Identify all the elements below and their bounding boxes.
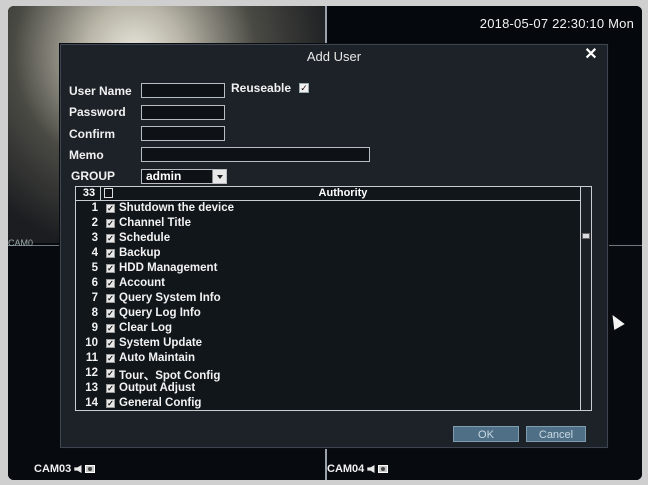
dialog-title: Add User: [306, 49, 362, 64]
password-label: Password: [69, 105, 126, 119]
cam03-label-text: CAM03: [34, 463, 72, 475]
user-name-input[interactable]: [141, 83, 225, 98]
authority-row-label: Clear Log: [119, 322, 173, 334]
authority-row[interactable]: 8 ✓ Query Log Info: [76, 306, 581, 321]
authority-row-label: Channel Title: [119, 217, 191, 229]
select-all-checkbox[interactable]: [104, 188, 113, 198]
authority-row[interactable]: 7 ✓ Query System Info: [76, 291, 581, 306]
authority-row-index: 13: [85, 382, 98, 394]
audio-icon: [74, 465, 82, 473]
authority-row-index: 5: [91, 262, 98, 274]
authority-row-index: 10: [85, 337, 98, 349]
group-label: GROUP: [71, 169, 116, 183]
authority-scrollbar[interactable]: [580, 187, 591, 410]
ok-button[interactable]: OK: [453, 426, 519, 442]
authority-row-checkbox[interactable]: ✓: [106, 354, 115, 363]
authority-row-checkbox[interactable]: ✓: [106, 399, 115, 408]
authority-row-checkbox[interactable]: ✓: [106, 234, 115, 243]
authority-row-index: 12: [85, 367, 98, 379]
authority-row-label: Auto Maintain: [119, 352, 196, 364]
record-icon: [85, 465, 96, 473]
authority-row-label: Shutdown the device: [119, 202, 235, 214]
cam-side-label: CAM0: [8, 238, 34, 248]
authority-row[interactable]: 2 ✓ Channel Title: [76, 216, 581, 231]
authority-row-checkbox[interactable]: ✓: [106, 339, 115, 348]
audio-icon: [367, 465, 375, 473]
authority-row-index: 2: [91, 217, 98, 229]
authority-row-index: 8: [91, 307, 98, 319]
authority-row-label: System Update: [119, 337, 203, 349]
authority-rows: 1 ✓ Shutdown the device 2 ✓ Channel Title 3 ✓ Sc…: [76, 201, 581, 410]
authority-row[interactable]: 5 ✓ HDD Management: [76, 261, 581, 276]
authority-row-index: 1: [91, 202, 98, 214]
authority-row[interactable]: 12 ✓ Tour、Spot Config: [76, 366, 581, 382]
authority-row-checkbox[interactable]: ✓: [106, 369, 115, 378]
authority-row-index: 3: [91, 232, 98, 244]
authority-row[interactable]: 11 ✓ Auto Maintain: [76, 351, 581, 366]
authority-row-index: 11: [85, 352, 98, 364]
scrollbar-thumb[interactable]: [582, 233, 590, 239]
authority-row[interactable]: 4 ✓ Backup: [76, 246, 581, 261]
authority-row-label: HDD Management: [119, 262, 218, 274]
authority-row-label: Account: [119, 277, 165, 289]
header-divider: [100, 187, 101, 200]
cam04-label: CAM04: [327, 463, 389, 475]
authority-row[interactable]: 10 ✓ System Update: [76, 336, 581, 351]
authority-count: 33: [82, 187, 96, 199]
user-name-label: User Name: [69, 84, 132, 98]
authority-row-checkbox[interactable]: ✓: [106, 309, 115, 318]
authority-row-index: 9: [91, 322, 98, 334]
authority-row-label: Query System Info: [119, 292, 221, 304]
authority-row-checkbox[interactable]: ✓: [106, 264, 115, 273]
authority-row-checkbox[interactable]: ✓: [106, 204, 115, 213]
record-icon: [378, 465, 389, 473]
authority-row-checkbox[interactable]: ✓: [106, 324, 115, 333]
memo-label: Memo: [69, 148, 104, 162]
cam03-label: CAM03: [34, 463, 96, 475]
authority-row[interactable]: 9 ✓ Clear Log: [76, 321, 581, 336]
authority-row-checkbox[interactable]: ✓: [106, 384, 115, 393]
dvr-screen: 2018-05-07 22:30:10 Mon CAM0 CAM03 CAM04…: [8, 6, 642, 480]
authority-row-label: Query Log Info: [119, 307, 201, 319]
authority-table-header: 33 Authority: [76, 187, 581, 201]
authority-row-label: Output Adjust: [119, 382, 196, 394]
authority-row-label: General Config: [119, 397, 202, 409]
authority-row-index: 14: [85, 397, 98, 409]
reuseable-label: Reuseable: [231, 81, 292, 95]
authority-row-index: 7: [91, 292, 98, 304]
group-select-value: admin: [146, 169, 182, 183]
authority-row-checkbox[interactable]: ✓: [106, 219, 115, 228]
authority-row-label: Schedule: [119, 232, 171, 244]
datetime-display: 2018-05-07 22:30:10 Mon: [479, 16, 634, 31]
reuseable-checkbox[interactable]: ✓: [299, 83, 309, 93]
authority-row[interactable]: 14 ✓ General Config: [76, 396, 581, 410]
authority-row-checkbox[interactable]: ✓: [106, 249, 115, 258]
cancel-button[interactable]: Cancel: [526, 426, 586, 442]
authority-row-index: 4: [91, 247, 98, 259]
confirm-label: Confirm: [69, 127, 115, 141]
authority-row-index: 6: [91, 277, 98, 289]
close-icon[interactable]: ✕: [583, 47, 599, 63]
chevron-down-icon[interactable]: [212, 170, 226, 183]
authority-row-checkbox[interactable]: ✓: [106, 294, 115, 303]
authority-row[interactable]: 13 ✓ Output Adjust: [76, 381, 581, 396]
authority-row-checkbox[interactable]: ✓: [106, 279, 115, 288]
authority-row-label: Backup: [119, 247, 161, 259]
add-user-dialog: Add User ✕ User Name Reuseable ✓ Passwor…: [60, 44, 608, 448]
cam04-label-text: CAM04: [327, 463, 365, 475]
authority-row[interactable]: 1 ✓ Shutdown the device: [76, 201, 581, 216]
authority-table: 33 Authority 1 ✓ Shutdown the device 2 ✓ Chan…: [75, 186, 592, 411]
password-input[interactable]: [141, 105, 225, 120]
authority-row[interactable]: 6 ✓ Account: [76, 276, 581, 291]
authority-row[interactable]: 3 ✓ Schedule: [76, 231, 581, 246]
memo-input[interactable]: [141, 147, 370, 162]
group-select[interactable]: admin: [141, 169, 227, 184]
authority-header-title: Authority: [318, 187, 368, 199]
confirm-input[interactable]: [141, 126, 225, 141]
